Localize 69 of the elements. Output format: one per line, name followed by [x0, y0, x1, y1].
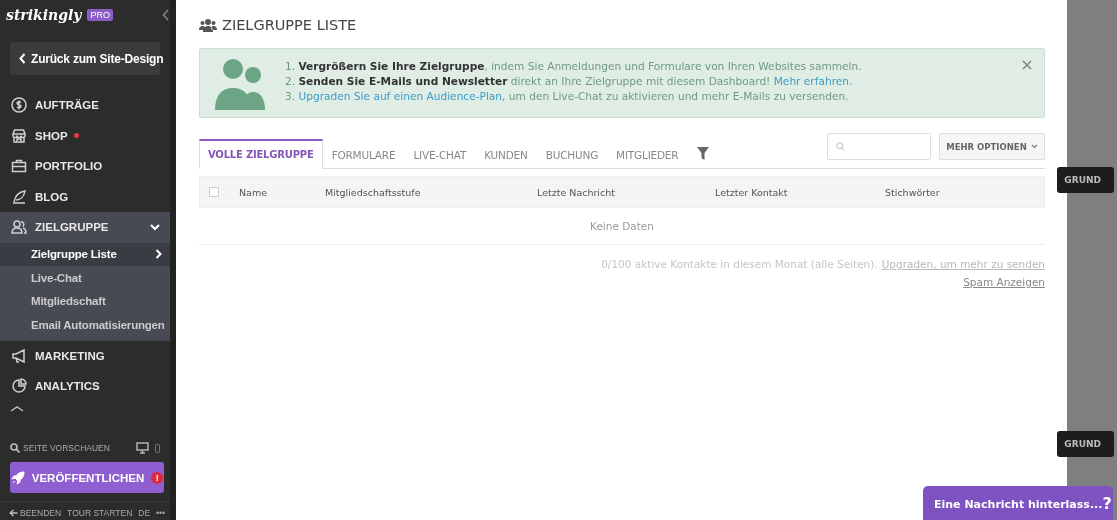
nav-item[interactable]: ANALYTICS: [0, 371, 170, 402]
nav-item[interactable]: SHOP: [0, 120, 170, 151]
submenu-item[interactable]: Zielgruppe Liste: [0, 242, 170, 266]
submenu-item[interactable]: Email Automatisierungen: [0, 313, 170, 337]
desktop-icon: [136, 442, 149, 454]
megaphone-icon: [11, 347, 27, 364]
footer-link[interactable]: BEENDEN: [9, 508, 62, 518]
footer-link[interactable]: DE: [138, 508, 151, 518]
storefront-icon: [11, 127, 27, 144]
page-title: ZIELGRUPPE LISTE: [222, 17, 357, 33]
column-header: Name: [239, 186, 269, 198]
logo: strikingly: [6, 7, 82, 23]
people-icon: [11, 219, 27, 236]
plan-badge: PRO: [87, 9, 113, 21]
people-icon: [215, 56, 265, 110]
nav-item[interactable]: BLOG: [0, 181, 170, 212]
tab[interactable]: KUNDEN: [475, 139, 537, 169]
pie-chart-icon: [11, 378, 27, 395]
nav-item[interactable]: MARKETING: [0, 340, 170, 371]
tab[interactable]: VOLLE ZIELGRUPPE: [199, 139, 323, 169]
chat-widget[interactable]: Eine Nachricht hinterlass...?: [923, 486, 1113, 520]
tab[interactable]: MITGLIEDER: [607, 139, 688, 169]
column-header: Letzter Kontakt: [715, 186, 789, 198]
tab[interactable]: FORMULARE: [322, 139, 405, 169]
people-icon: [199, 18, 217, 32]
chevron-down-icon: [1030, 144, 1038, 149]
submenu-item[interactable]: Live-Chat: [0, 266, 170, 290]
rocket-icon: [10, 470, 25, 485]
nav-item[interactable]: AUFTRÄGE: [0, 90, 170, 121]
nav-item[interactable]: ZIELGRUPPE: [0, 212, 170, 243]
chevron-down-icon: [150, 223, 160, 231]
column-header: Letzte Nachricht: [537, 186, 616, 198]
footer-link[interactable]: TOUR STARTEN: [67, 508, 133, 518]
notice-text: 3. Upgraden Sie auf einen Audience-Plan, um den Live-Chat zu aktivieren und mehr E-Mails zu versenden.: [285, 88, 850, 104]
submenu-item[interactable]: Mitgliedschaft: [0, 289, 170, 313]
quill-icon: [11, 188, 27, 205]
usage-text: 0/100 aktive Kontakte in diesem Monat (alle Seiten).: [601, 258, 878, 270]
dollar-icon: [11, 97, 27, 114]
briefcase-icon: [11, 158, 27, 175]
chevron-left-icon: [19, 53, 26, 64]
tab[interactable]: LIVE-CHAT: [404, 139, 476, 169]
search-icon: [836, 142, 845, 151]
publish-button[interactable]: VERÖFFENTLICHEN !: [10, 462, 164, 493]
more-options-button[interactable]: MEHR OPTIONEN: [939, 133, 1045, 160]
chevron-up-icon: [10, 405, 24, 412]
notice-text: 2. Senden Sie E-Mails und Newsletter direkt an Ihre Zielgruppe mit diesem Dashboard! Mehr erfahren.: [285, 73, 854, 89]
column-header: Stichwörter: [885, 186, 940, 198]
mobile-icon: [155, 443, 160, 453]
collapse-icon: [162, 9, 170, 21]
spam-link[interactable]: Spam Anzeigen: [963, 276, 1045, 288]
filter-icon: [697, 147, 710, 160]
tab[interactable]: BUCHUNG: [536, 139, 608, 169]
checkbox[interactable]: [209, 187, 219, 197]
notice-text: 1. Vergrößern Sie Ihre Zielgruppe, indem Sie Anmeldungen und Formulare von Ihren Websites sammeln.: [285, 58, 862, 74]
column-header: Mitgliedschaftsstufe: [325, 186, 422, 198]
close-button[interactable]: [1022, 60, 1032, 70]
arrow-left-icon: [9, 509, 18, 517]
background-button[interactable]: GRUND: [1057, 431, 1114, 457]
help-icon[interactable]: ?: [1102, 493, 1112, 513]
footer-link[interactable]: •••: [156, 508, 166, 518]
background-button[interactable]: GRUND: [1057, 167, 1114, 193]
nav-item[interactable]: PORTFOLIO: [0, 151, 170, 182]
chevron-right-icon: [155, 249, 162, 260]
search-icon: [10, 443, 20, 453]
close-icon: [1022, 60, 1032, 70]
search-field[interactable]: [827, 133, 931, 160]
preview-link[interactable]: SEITE VORSCHAUEN: [10, 443, 110, 453]
empty-message: Keine Daten: [590, 220, 654, 232]
alert-badge: !: [151, 471, 164, 484]
